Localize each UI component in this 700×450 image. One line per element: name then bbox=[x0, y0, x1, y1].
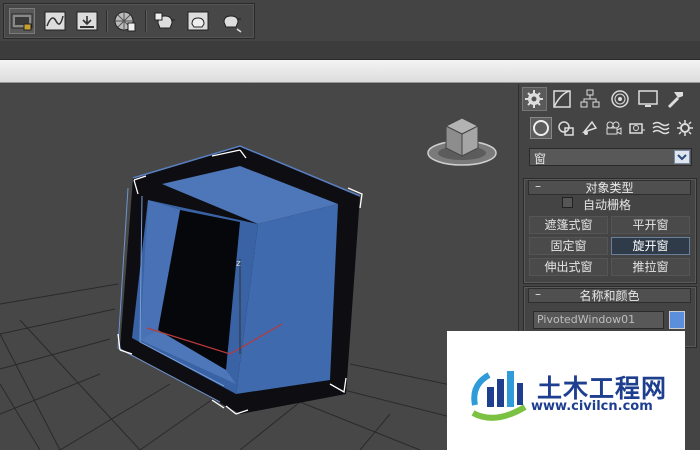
object-type-title: 对象类型 bbox=[585, 181, 634, 195]
main-toolbar bbox=[0, 0, 700, 41]
modify-tab-icon[interactable] bbox=[550, 87, 575, 111]
autogrid-label: 自动栅格 bbox=[583, 198, 632, 212]
watermark-logo: 土木工程网 www.civilcn.com bbox=[447, 331, 685, 450]
autogrid-checkbox[interactable] bbox=[562, 197, 573, 208]
create-tab-icon[interactable] bbox=[522, 87, 547, 111]
material-editor-icon[interactable] bbox=[112, 8, 138, 34]
viewport-scene: z bbox=[0, 117, 518, 450]
category-dropdown-value: 窗 bbox=[534, 152, 547, 166]
object-name-field[interactable]: PivotedWindow01 bbox=[533, 311, 664, 329]
render-production-icon[interactable] bbox=[152, 8, 178, 34]
watermark-url: www.civilcn.com bbox=[531, 399, 653, 414]
fixed-window-button[interactable]: 固定窗 bbox=[529, 237, 608, 255]
perspective-viewport[interactable]: z bbox=[0, 84, 518, 450]
ribbon-bar bbox=[0, 60, 700, 83]
utilities-tab-icon[interactable] bbox=[664, 87, 689, 111]
cameras-icon[interactable] bbox=[602, 117, 624, 139]
render-frame-icon[interactable] bbox=[74, 8, 100, 34]
toolbar-separator bbox=[145, 10, 147, 32]
axis-z-label: z bbox=[236, 259, 241, 269]
motion-tab-icon[interactable] bbox=[608, 87, 633, 111]
chevron-down-icon[interactable] bbox=[674, 150, 690, 164]
name-color-title: 名称和颜色 bbox=[579, 289, 640, 303]
render-activeshade-icon[interactable] bbox=[218, 8, 244, 34]
sliding-window-button[interactable]: 推拉窗 bbox=[611, 258, 690, 276]
lights-icon[interactable] bbox=[579, 117, 601, 139]
object-type-rollout-header[interactable]: – 对象类型 bbox=[528, 179, 691, 195]
render-setup-icon[interactable] bbox=[9, 8, 35, 34]
pivoted-window-button[interactable]: 旋开窗 bbox=[611, 237, 690, 255]
render-toolbar-group bbox=[3, 3, 255, 39]
awning-window-button[interactable]: 遮篷式窗 bbox=[529, 216, 608, 234]
hierarchy-tab-icon[interactable] bbox=[578, 87, 603, 111]
toolbar-separator bbox=[106, 10, 108, 32]
object-color-swatch[interactable] bbox=[669, 311, 685, 329]
display-tab-icon[interactable] bbox=[636, 87, 661, 111]
casement-window-button[interactable]: 平开窗 bbox=[611, 216, 690, 234]
systems-icon[interactable] bbox=[674, 117, 696, 139]
toolbar-strip bbox=[0, 41, 700, 60]
curve-editor-icon[interactable] bbox=[42, 8, 68, 34]
shapes-icon[interactable] bbox=[555, 117, 577, 139]
projected-window-button[interactable]: 伸出式窗 bbox=[529, 258, 608, 276]
civilcn-logo-icon bbox=[471, 371, 527, 421]
spacewarps-icon[interactable] bbox=[650, 117, 672, 139]
viewcube-icon[interactable] bbox=[427, 117, 497, 166]
category-dropdown[interactable]: 窗 bbox=[529, 148, 692, 166]
geometry-icon[interactable] bbox=[530, 117, 552, 139]
name-color-rollout-header[interactable]: – 名称和颜色 bbox=[528, 287, 691, 303]
helpers-icon[interactable] bbox=[626, 117, 648, 139]
render-iterative-icon[interactable] bbox=[185, 8, 211, 34]
